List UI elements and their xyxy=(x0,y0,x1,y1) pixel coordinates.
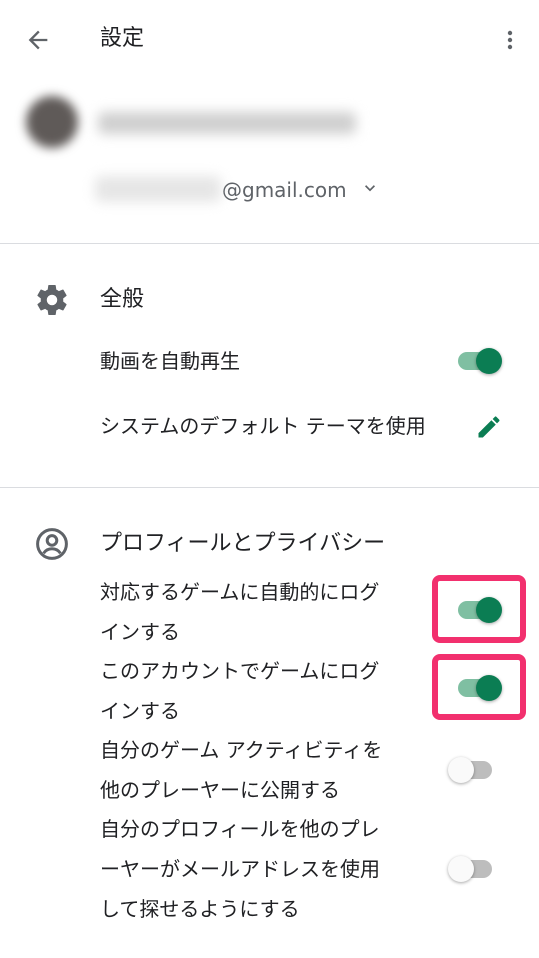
divider xyxy=(0,487,539,488)
account-name-redacted xyxy=(98,112,356,134)
setting-account-login-label-line1: このアカウントでゲームにログ xyxy=(100,659,380,683)
find-by-email-toggle[interactable] xyxy=(448,851,494,887)
setting-find-by-email-label-line3: して探せるようにする xyxy=(100,897,300,921)
toggle-thumb xyxy=(476,675,502,701)
pencil-icon xyxy=(478,416,500,438)
toggle-thumb xyxy=(448,856,474,882)
chevron-down-icon xyxy=(365,185,375,192)
divider xyxy=(0,243,539,244)
account-email[interactable]: @gmail.com xyxy=(222,176,347,204)
section-title-general: 全般 xyxy=(100,287,145,312)
arrow-left-icon xyxy=(28,30,48,50)
setting-auto-login-label-line1: 対応するゲームに自動的にログ xyxy=(100,580,380,604)
setting-find-by-email-label-line1: 自分のプロフィールを他のプレ xyxy=(100,817,380,841)
section-title-privacy: プロフィールとプライバシー xyxy=(100,531,386,556)
avatar xyxy=(26,96,78,148)
account-email-redacted xyxy=(95,176,221,202)
setting-autoplay-label: 動画を自動再生 xyxy=(100,349,240,373)
setting-activity-public-label-line1: 自分のゲーム アクティビティを xyxy=(100,738,383,762)
setting-account-login-label-line2: インする xyxy=(100,699,180,723)
back-button[interactable] xyxy=(18,20,58,60)
account-circle-icon xyxy=(32,524,72,564)
toggle-thumb xyxy=(448,757,474,783)
setting-find-by-email-label-line2: ーヤーがメールアドレスを使用 xyxy=(100,857,380,881)
more-vert-icon xyxy=(507,30,513,50)
toggle-thumb xyxy=(476,597,502,623)
account-login-toggle[interactable] xyxy=(456,670,502,706)
theme-edit-button[interactable] xyxy=(472,410,506,444)
gear-icon xyxy=(32,280,72,320)
setting-theme-label: システムのデフォルト テーマを使用 xyxy=(100,414,426,438)
toggle-thumb xyxy=(476,348,502,374)
account-switcher-button[interactable] xyxy=(360,178,380,198)
page-title: 設定 xyxy=(100,26,145,51)
autoplay-toggle[interactable] xyxy=(456,343,502,379)
activity-public-toggle[interactable] xyxy=(448,752,494,788)
overflow-menu-button[interactable] xyxy=(492,20,528,60)
auto-login-toggle[interactable] xyxy=(456,592,502,628)
setting-auto-login-label-line2: インする xyxy=(100,620,180,644)
setting-activity-public-label-line2: 他のプレーヤーに公開する xyxy=(100,778,340,802)
